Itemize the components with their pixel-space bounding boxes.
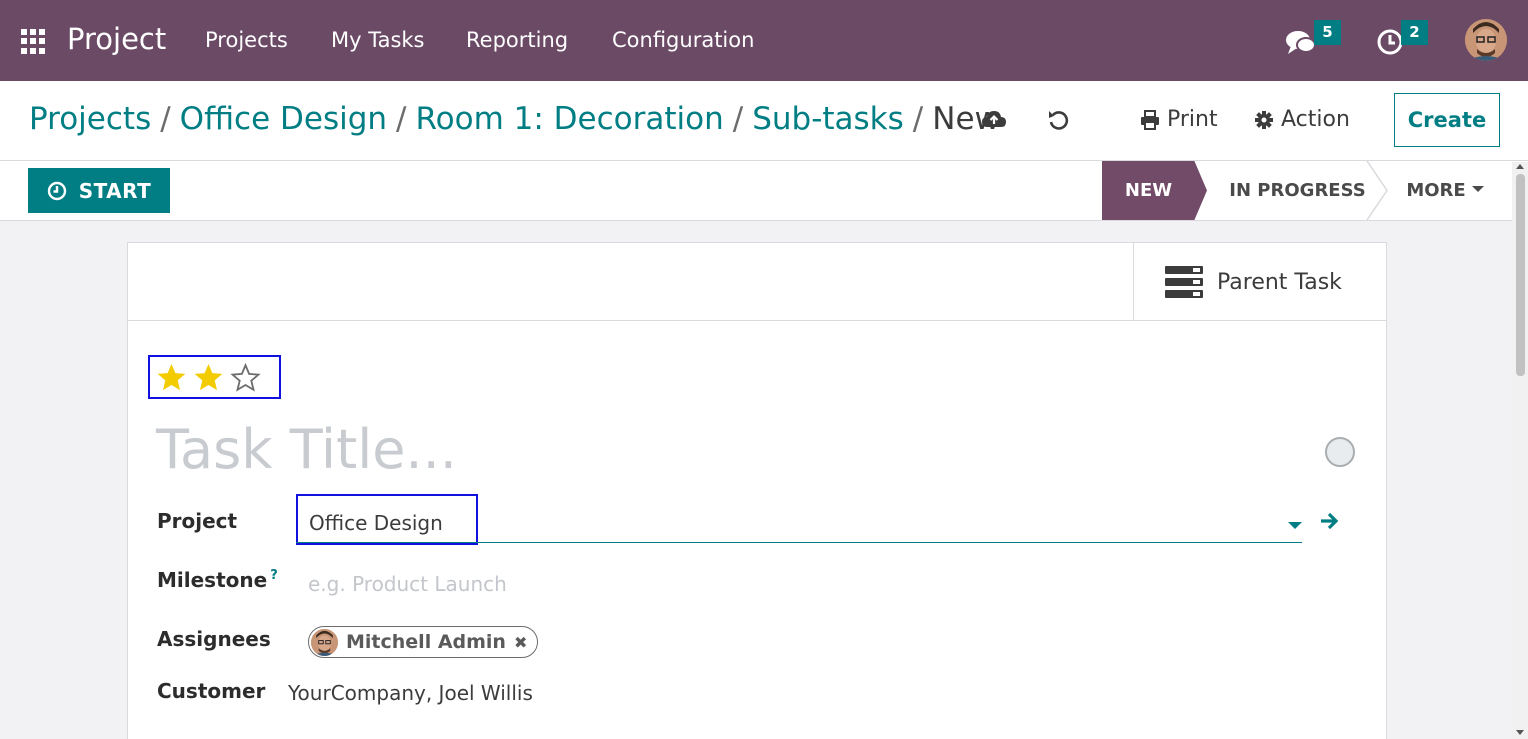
- parent-task-button[interactable]: Parent Task: [1133, 243, 1386, 321]
- project-label: Project: [157, 509, 238, 533]
- action-menu-button[interactable]: Action: [1254, 107, 1350, 132]
- stage-new[interactable]: NEW: [1102, 161, 1207, 220]
- assignee-tag[interactable]: Mitchell Admin ✖: [308, 626, 539, 658]
- milestone-help-tooltip[interactable]: ?: [270, 568, 278, 583]
- top-navbar: Project Projects My Tasks Reporting Conf…: [0, 0, 1528, 81]
- priority-stars: [148, 355, 281, 399]
- breadcrumb-sub-tasks[interactable]: Sub-tasks: [752, 101, 904, 137]
- print-label: Print: [1167, 107, 1218, 132]
- breadcrumb-separator: /: [396, 101, 407, 137]
- breadcrumb-separator: /: [160, 101, 171, 137]
- milestone-label: Milestone?: [157, 568, 278, 592]
- discard-undo-icon[interactable]: [1046, 107, 1072, 133]
- app-menu-icon[interactable]: [21, 29, 46, 54]
- breadcrumb: Projects / Office Design / Room 1: Decoratio…: [29, 101, 1000, 137]
- breadcrumb-office-design[interactable]: Office Design: [180, 101, 387, 137]
- printer-icon: [1141, 109, 1159, 130]
- project-field-underline: [296, 542, 1302, 543]
- smart-button-box: Parent Task: [128, 243, 1386, 321]
- assignee-avatar: [311, 628, 338, 656]
- assignees-label: Assignees: [157, 627, 271, 651]
- star-empty-icon[interactable]: [230, 362, 261, 393]
- start-timer-button[interactable]: START: [28, 168, 170, 213]
- more-label: MORE: [1406, 180, 1466, 201]
- create-button[interactable]: Create: [1394, 93, 1500, 147]
- gear-icon: [1255, 110, 1273, 129]
- stage-more-dropdown[interactable]: MORE: [1395, 161, 1495, 220]
- internal-link-arrow-icon[interactable]: [1319, 510, 1341, 532]
- project-field[interactable]: Office Design: [309, 511, 443, 535]
- activities-badge: 2: [1401, 20, 1428, 45]
- kanban-state-indicator[interactable]: [1325, 437, 1355, 467]
- action-label: Action: [1281, 107, 1350, 132]
- messages-badge: 5: [1314, 20, 1341, 45]
- task-title-input[interactable]: Task Title...: [156, 418, 457, 481]
- parent-task-label: Parent Task: [1217, 269, 1342, 295]
- app-name: Project: [67, 22, 167, 56]
- remove-tag-icon[interactable]: ✖: [514, 633, 527, 652]
- milestone-label-text: Milestone: [157, 568, 268, 592]
- milestone-input[interactable]: [308, 569, 1288, 599]
- menu-reporting[interactable]: Reporting: [466, 28, 568, 52]
- vertical-scrollbar[interactable]: [1512, 162, 1528, 739]
- menu-projects[interactable]: Projects: [205, 28, 288, 52]
- stage-in-progress[interactable]: IN PROGRESS: [1210, 161, 1385, 220]
- breadcrumb-separator: /: [732, 101, 744, 137]
- customer-field[interactable]: YourCompany, Joel Willis: [288, 681, 533, 705]
- star-filled-icon[interactable]: [193, 362, 224, 393]
- star-filled-icon[interactable]: [156, 362, 187, 393]
- control-panel: Projects / Office Design / Room 1: Decoratio…: [0, 81, 1528, 221]
- assignee-name: Mitchell Admin: [346, 631, 506, 653]
- project-dropdown-caret-icon[interactable]: [1288, 522, 1302, 529]
- messages-icon[interactable]: [1285, 26, 1317, 58]
- breadcrumb-room-decoration[interactable]: Room 1: Decoration: [416, 101, 724, 137]
- scroll-thumb[interactable]: [1516, 174, 1525, 376]
- menu-configuration[interactable]: Configuration: [612, 28, 754, 52]
- status-row: START NEW IN PROGRESS MORE: [0, 160, 1528, 220]
- breadcrumb-separator: /: [912, 101, 924, 137]
- tasks-list-icon: [1165, 266, 1203, 298]
- start-label: START: [78, 178, 152, 203]
- print-button[interactable]: Print: [1140, 107, 1218, 132]
- clock-icon: [47, 181, 66, 200]
- user-avatar[interactable]: [1465, 19, 1507, 61]
- customer-label: Customer: [157, 679, 266, 703]
- stage-separator-chevron: [1366, 161, 1388, 220]
- form-sheet: Parent Task Task Title... Project Office…: [127, 242, 1387, 739]
- breadcrumb-projects[interactable]: Projects: [29, 101, 151, 137]
- caret-down-icon: [1471, 186, 1484, 192]
- scroll-down-arrow-icon[interactable]: [1516, 730, 1524, 735]
- save-cloud-icon[interactable]: [981, 107, 1007, 133]
- scroll-up-arrow-icon[interactable]: [1516, 164, 1524, 169]
- menu-my-tasks[interactable]: My Tasks: [331, 28, 425, 52]
